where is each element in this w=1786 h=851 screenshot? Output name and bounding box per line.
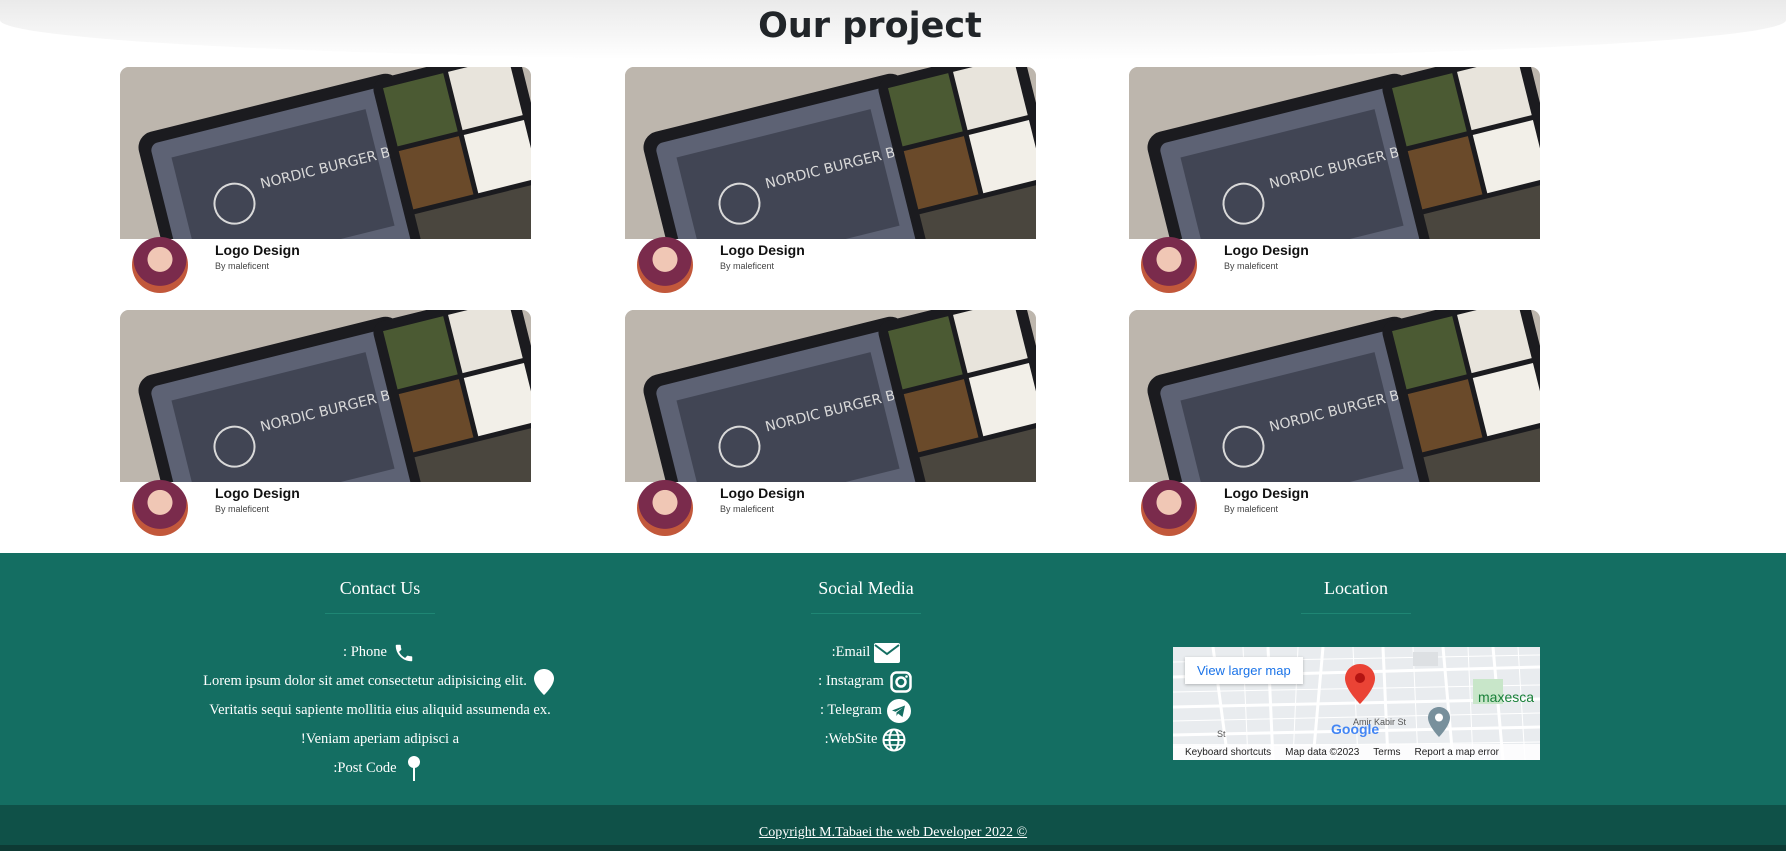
location-column: Location — [1156, 553, 1556, 614]
contact-address: Lorem ipsum dolor sit amet consectetur a… — [180, 667, 580, 696]
report-error-link[interactable]: Report a map error — [1415, 747, 1499, 758]
project-thumbnail[interactable]: NORDIC BURGER BAR — [1129, 310, 1540, 482]
location-map[interactable]: View larger map maxesca Amir Kabir St St… — [1173, 647, 1540, 760]
post-code-label: :Post Code — [333, 760, 397, 776]
thumbnail-artwork: NORDIC BURGER BAR — [120, 310, 531, 482]
phone-icon — [391, 640, 417, 666]
divider — [811, 613, 921, 614]
project-thumbnail[interactable]: NORDIC BURGER BAR — [625, 67, 1036, 239]
project-card[interactable]: NORDIC BURGER BAR Logo Design By malefic… — [120, 67, 531, 293]
thumbnail-artwork: NORDIC BURGER BAR — [1129, 67, 1540, 239]
google-logo: Google — [1331, 721, 1380, 737]
social-instagram[interactable]: : Instagram — [666, 667, 1066, 696]
project-author: By maleficent — [720, 504, 775, 514]
instagram-icon[interactable] — [888, 669, 914, 695]
project-author: By maleficent — [1224, 261, 1279, 271]
telegram-icon[interactable] — [886, 698, 912, 724]
thumbnail-artwork: NORDIC BURGER BAR — [1129, 310, 1540, 482]
social-heading: Social Media — [818, 578, 914, 598]
address-line-1: Lorem ipsum dolor sit amet consectetur a… — [203, 673, 527, 689]
project-card[interactable]: NORDIC BURGER BAR Logo Design By malefic… — [625, 67, 1036, 293]
social-telegram[interactable]: : Telegram — [666, 696, 1066, 725]
copyright-text[interactable]: Copyright M.Tabaei the web Developer 202… — [759, 825, 1027, 840]
project-author: By maleficent — [215, 504, 270, 514]
project-title[interactable]: Logo Design — [1224, 242, 1309, 258]
author-avatar — [132, 237, 188, 293]
bottom-strip — [0, 845, 1786, 851]
map-pin-icon[interactable] — [1345, 664, 1375, 704]
section-title: Our project — [758, 6, 982, 46]
social-column: Social Media :Email : Instagram : Telegr… — [666, 553, 1066, 754]
project-title[interactable]: Logo Design — [720, 485, 805, 501]
website-label[interactable]: :WebSite — [825, 725, 878, 754]
map-attribution-bar: Keyboard shortcuts Map data ©2023 Terms … — [1173, 744, 1540, 760]
project-title[interactable]: Logo Design — [720, 242, 805, 258]
copyright-bar: Copyright M.Tabaei the web Developer 202… — [0, 805, 1786, 845]
author-avatar — [1141, 480, 1197, 536]
site-footer: Contact Us : Phone Lorem ipsum dolor sit… — [0, 553, 1786, 805]
social-website[interactable]: :WebSite — [666, 725, 1066, 754]
project-thumbnail[interactable]: NORDIC BURGER BAR — [120, 310, 531, 482]
project-title[interactable]: Logo Design — [215, 485, 300, 501]
author-avatar — [132, 480, 188, 536]
author-avatar — [1141, 237, 1197, 293]
thumbnail-artwork: NORDIC BURGER BAR — [625, 67, 1036, 239]
map-poi-label[interactable]: maxesca — [1478, 689, 1534, 705]
map-street-label: St — [1217, 729, 1226, 739]
thumbnail-artwork: NORDIC BURGER BAR — [625, 310, 1036, 482]
contact-heading: Contact Us — [339, 578, 421, 598]
map-marker-icon[interactable] — [1428, 707, 1450, 737]
project-author: By maleficent — [215, 261, 270, 271]
thumbnail-artwork: NORDIC BURGER BAR — [120, 67, 531, 239]
project-card[interactable]: NORDIC BURGER BAR Logo Design By malefic… — [120, 310, 531, 536]
project-title[interactable]: Logo Design — [1224, 485, 1309, 501]
project-author: By maleficent — [1224, 504, 1279, 514]
envelope-icon[interactable] — [874, 640, 901, 666]
project-title[interactable]: Logo Design — [215, 242, 300, 258]
pin-icon — [401, 755, 427, 782]
email-label[interactable]: :Email — [832, 638, 871, 667]
project-author: By maleficent — [720, 261, 775, 271]
contact-address: !Veniam aperiam adipisci a — [180, 725, 580, 754]
divider — [1301, 613, 1411, 614]
instagram-label[interactable]: : Instagram — [818, 667, 884, 696]
map-marker-icon — [531, 668, 557, 695]
project-thumbnail[interactable]: NORDIC BURGER BAR — [625, 310, 1036, 482]
terms-link[interactable]: Terms — [1373, 747, 1400, 758]
contact-address: Veritatis sequi sapiente mollitia eius a… — [180, 696, 580, 725]
project-card[interactable]: NORDIC BURGER BAR Logo Design By malefic… — [625, 310, 1036, 536]
address-line-2: Veritatis sequi sapiente mollitia eius a… — [209, 702, 551, 718]
social-email[interactable]: :Email — [666, 638, 1066, 667]
contact-phone[interactable]: : Phone — [180, 638, 580, 667]
project-card[interactable]: NORDIC BURGER BAR Logo Design By malefic… — [1129, 310, 1540, 536]
phone-label: : Phone — [343, 644, 387, 660]
location-heading: Location — [1324, 578, 1388, 598]
project-thumbnail[interactable]: NORDIC BURGER BAR — [1129, 67, 1540, 239]
contact-post-code: :Post Code — [180, 754, 580, 783]
globe-icon[interactable] — [881, 727, 907, 753]
telegram-label[interactable]: : Telegram — [820, 696, 882, 725]
address-line-3: !Veniam aperiam adipisci a — [300, 731, 460, 747]
keyboard-shortcuts-link[interactable]: Keyboard shortcuts — [1185, 747, 1271, 758]
author-avatar — [637, 237, 693, 293]
divider — [325, 613, 435, 614]
project-thumbnail[interactable]: NORDIC BURGER BAR — [120, 67, 531, 239]
author-avatar — [637, 480, 693, 536]
project-card[interactable]: NORDIC BURGER BAR Logo Design By malefic… — [1129, 67, 1540, 293]
view-larger-map-button[interactable]: View larger map — [1185, 657, 1303, 684]
contact-column: Contact Us : Phone Lorem ipsum dolor sit… — [180, 553, 580, 783]
map-data-text: Map data ©2023 — [1285, 746, 1360, 758]
